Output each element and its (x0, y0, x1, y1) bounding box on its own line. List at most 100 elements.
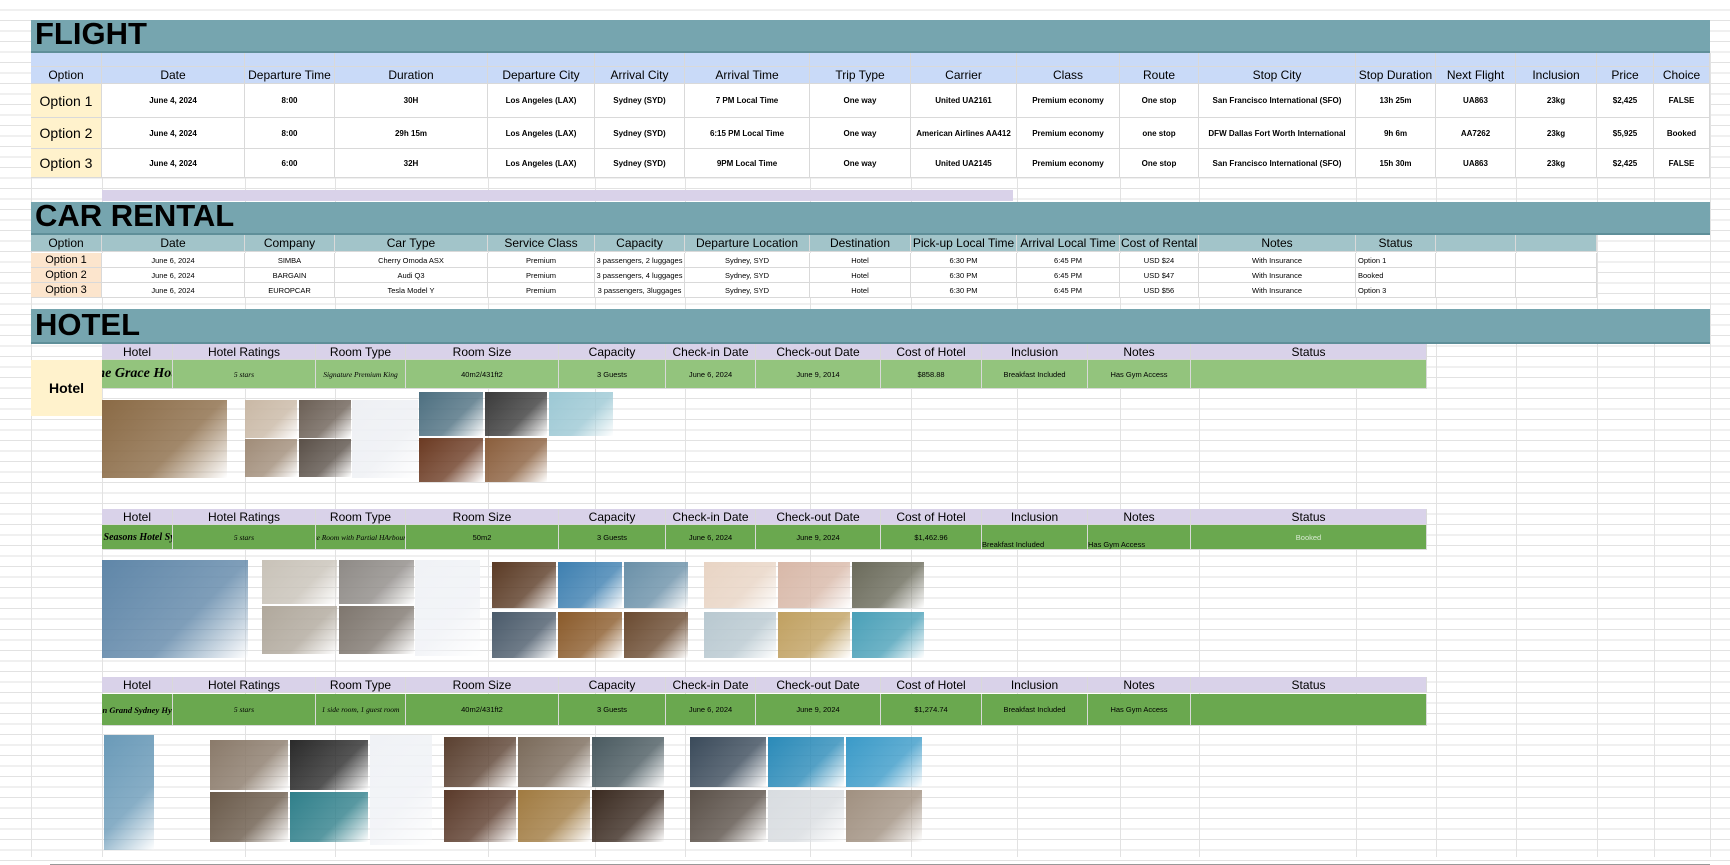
hotel-photo[interactable] (778, 612, 850, 658)
table-cell[interactable]: 6:45 PM (1017, 268, 1120, 283)
column-header[interactable]: Status (1356, 235, 1436, 252)
empty-cell[interactable] (1199, 53, 1356, 67)
table-cell[interactable]: Sydney (SYD) (595, 118, 685, 149)
table-cell[interactable]: Has Gym Access (1088, 525, 1191, 550)
table-cell[interactable]: 5 stars (173, 360, 316, 389)
table-cell[interactable]: Sydney (SYD) (595, 84, 685, 118)
hotel-photo[interactable] (558, 562, 622, 608)
table-cell[interactable]: 40m2/431ft2 (406, 694, 559, 726)
hotel-photo[interactable] (262, 606, 337, 654)
hotel-photo[interactable] (290, 792, 368, 842)
option-label[interactable]: Option 1 (31, 253, 102, 268)
column-header[interactable]: Duration (335, 67, 488, 84)
table-cell[interactable]: June 6, 2024 (102, 268, 245, 283)
option-label[interactable]: Option 1 (31, 84, 102, 118)
table-cell[interactable]: Option 1 (1356, 253, 1436, 268)
hotel-photo[interactable] (102, 560, 248, 658)
hotel-name[interactable]: Four Seasons Hotel Sydney (102, 525, 173, 550)
column-header[interactable]: Check-in Date (666, 677, 756, 693)
column-header[interactable]: Departure City (488, 67, 595, 84)
table-cell[interactable]: American Airlines AA412 (911, 118, 1017, 149)
column-header[interactable]: Room Type (316, 509, 406, 525)
column-header[interactable]: Class (1017, 67, 1120, 84)
table-cell[interactable]: $2,425 (1597, 149, 1654, 178)
table-cell[interactable]: 30H (335, 84, 488, 118)
hotel-photo[interactable] (624, 612, 688, 658)
column-header[interactable]: Room Type (316, 677, 406, 693)
column-header[interactable]: Hotel Ratings (173, 344, 316, 360)
spreadsheet[interactable]: FLIGHT Option Date Departure Time Duration De… (0, 0, 1730, 865)
column-header[interactable]: Inclusion (1516, 67, 1597, 84)
empty-cell[interactable] (1654, 53, 1710, 67)
table-cell[interactable]: 9PM Local Time (685, 149, 810, 178)
table-cell[interactable]: With Insurance (1199, 253, 1356, 268)
hotel-photo[interactable] (299, 439, 351, 477)
hotel-photo[interactable] (102, 400, 227, 478)
column-header[interactable]: Notes (1088, 677, 1191, 693)
table-cell[interactable]: 3 passengers, 3luggages (595, 283, 685, 298)
table-cell[interactable]: 15h 30m (1356, 149, 1436, 178)
table-cell[interactable]: Sydney, SYD (685, 268, 810, 283)
column-header[interactable]: Pick-up Local Time (911, 235, 1017, 252)
table-cell[interactable]: EUROPCAR (245, 283, 335, 298)
column-header[interactable]: Next Flight (1436, 67, 1516, 84)
table-cell[interactable]: SIMBA (245, 253, 335, 268)
table-cell[interactable]: USD $56 (1120, 283, 1199, 298)
table-cell[interactable]: Premium economy (1017, 84, 1120, 118)
column-header[interactable]: Hotel (102, 677, 173, 693)
hotel-photo[interactable] (210, 740, 288, 790)
empty-cell[interactable] (1516, 268, 1597, 283)
column-header[interactable]: Arrival Time (685, 67, 810, 84)
hotel-photo[interactable] (704, 562, 776, 608)
column-header[interactable] (1436, 235, 1516, 252)
empty-cell[interactable] (1356, 53, 1436, 67)
empty-cell[interactable] (1516, 283, 1597, 298)
table-cell[interactable]: 6:00 (245, 149, 335, 178)
column-header[interactable]: Route (1120, 67, 1199, 84)
column-header[interactable]: Check-out Date (756, 344, 881, 360)
table-cell[interactable]: Breakfast Included (982, 525, 1088, 550)
table-cell[interactable]: Booked (1654, 118, 1710, 149)
table-cell[interactable]: 5 stars (173, 694, 316, 726)
table-cell[interactable]: Hotel (810, 268, 911, 283)
table-cell[interactable]: 8:00 (245, 118, 335, 149)
table-cell[interactable]: Sydney, SYD (685, 283, 810, 298)
empty-cell[interactable] (1436, 283, 1516, 298)
empty-cell[interactable] (810, 53, 911, 67)
column-header[interactable]: Inclusion (982, 677, 1088, 693)
hotel-photo[interactable] (299, 400, 351, 438)
table-cell[interactable]: DFW Dallas Fort Worth International (1199, 118, 1356, 149)
column-header[interactable]: Check-out Date (756, 509, 881, 525)
hotel-photo[interactable] (245, 439, 297, 477)
table-cell[interactable]: 3 Guests (559, 525, 666, 550)
table-cell[interactable]: Premium economy (1017, 118, 1120, 149)
table-cell[interactable]: 3 Guests (559, 360, 666, 389)
column-header[interactable]: Arrival City (595, 67, 685, 84)
table-cell[interactable]: BARGAIN (245, 268, 335, 283)
hotel-photo[interactable] (419, 438, 483, 482)
column-header[interactable]: Check-in Date (666, 344, 756, 360)
table-cell[interactable]: Sydney, SYD (685, 253, 810, 268)
table-cell[interactable]: June 6, 2024 (102, 283, 245, 298)
empty-cell[interactable] (1597, 53, 1654, 67)
empty-cell[interactable] (335, 53, 488, 67)
table-cell[interactable]: Sydney (SYD) (595, 149, 685, 178)
empty-cell[interactable] (245, 53, 335, 67)
table-cell[interactable]: $1,462.96 (881, 525, 982, 550)
hotel-photo[interactable] (558, 612, 622, 658)
hotel-photo[interactable] (592, 737, 664, 787)
table-cell[interactable]: 23kg (1516, 118, 1597, 149)
column-header[interactable]: Hotel Ratings (173, 677, 316, 693)
table-cell[interactable]: $5,925 (1597, 118, 1654, 149)
column-header[interactable]: Stop Duration (1356, 67, 1436, 84)
table-cell[interactable]: Tesla Model Y (335, 283, 488, 298)
hotel-photo[interactable] (624, 562, 688, 608)
column-header[interactable]: Stop City (1199, 67, 1356, 84)
hotel-name[interactable]: The Grace Hotel (102, 360, 173, 389)
column-header[interactable]: Hotel Ratings (173, 509, 316, 525)
table-cell[interactable]: 13h 25m (1356, 84, 1436, 118)
table-cell[interactable]: one stop (1120, 118, 1199, 149)
column-header[interactable]: Cost of Hotel (881, 344, 982, 360)
hotel-photo[interactable] (518, 737, 590, 787)
column-header[interactable]: Hotel (102, 344, 173, 360)
